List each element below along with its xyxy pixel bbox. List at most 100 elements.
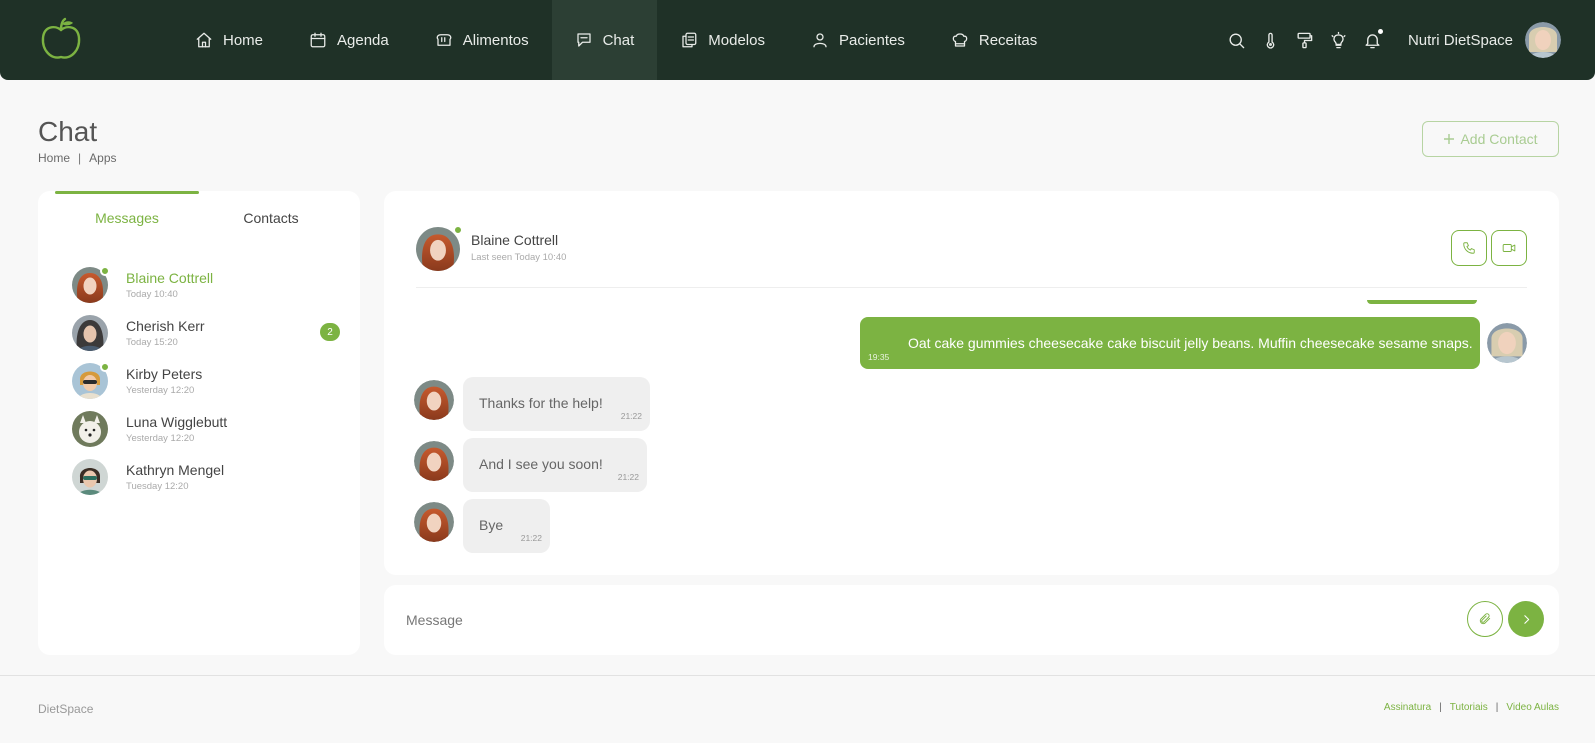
contact-name: Blaine Cottrell [126,270,214,286]
contact-item-kirby-peters[interactable]: Kirby Peters Yesterday 12:20 [72,357,332,405]
paperclip-icon [1479,613,1491,625]
incoming-message: And I see you soon! 21:22 [463,438,647,492]
contact-name: Kirby Peters [126,366,203,382]
user-icon [813,33,827,48]
nav-alimentos-label: Alimentos [462,31,529,49]
contact-item-blaine-cottrell[interactable]: Blaine Cottrell Today 10:40 [72,261,332,309]
message-time: 21:22 [620,411,642,421]
page-title: Chat [38,116,98,147]
apple-logo-icon[interactable] [38,17,84,63]
search-button[interactable] [1220,23,1254,57]
ideas-button[interactable] [1322,23,1356,57]
nav-home-label: Home [223,31,264,49]
avatar-image [416,227,460,271]
message-time: 21:22 [520,533,542,543]
customizer-button[interactable] [1288,23,1322,57]
chef-hat-icon [952,33,968,47]
online-indicator [100,266,110,276]
incoming-message: Bye 21:22 [463,499,550,553]
nav-actions: Nutri DietSpace [1220,0,1561,80]
nav-alimentos[interactable]: Alimentos [412,0,552,80]
copy-icon [682,32,697,48]
contact-avatar [72,411,108,447]
my-avatar [1487,323,1527,363]
online-indicator [453,225,463,235]
footer-links: Assinatura | Tutoriais | Video Aulas [1384,702,1559,713]
user-avatar[interactable] [1525,22,1561,58]
footer-link-tutoriais[interactable]: Tutoriais [1450,702,1488,713]
message-text: Bye [479,517,504,533]
footer-separator: | [1495,702,1499,713]
chevron-right-icon [1523,614,1529,624]
bread-icon [436,34,452,46]
nav-chat[interactable]: Chat [551,0,658,80]
message-time: 21:22 [617,472,639,482]
footer-link-assinatura[interactable]: Assinatura [1384,702,1431,713]
chat-tabs: Messages Contacts [55,191,343,241]
video-call-button[interactable] [1491,230,1527,266]
avatar-image [72,315,108,351]
contact-message-avatar [414,502,454,542]
contact-time: Today 10:40 [126,289,178,300]
message-text: Thanks for the help! [479,395,603,411]
attach-button[interactable] [1467,601,1503,637]
user-name[interactable]: Nutri DietSpace [1408,32,1513,49]
contact-avatar [72,266,110,303]
contact-time: Yesterday 12:20 [126,385,195,396]
message-composer [384,585,1559,655]
message-input[interactable] [406,605,1306,635]
contact-time: Tuesday 12:20 [126,481,189,492]
footer-divider [0,675,1595,676]
unread-badge: 2 [320,323,340,341]
breadcrumb-home[interactable]: Home [38,151,70,165]
message-text: Oat cake gummies cheesecake cake biscuit… [908,335,1473,351]
chat-contact-avatar[interactable] [416,225,463,271]
notifications-button[interactable] [1356,23,1390,57]
footer-brand: DietSpace [38,702,94,716]
contact-item-kathryn-mengel[interactable]: Kathryn Mengel Tuesday 12:20 [72,453,332,501]
footer-separator: | [1439,702,1442,713]
online-indicator [100,362,110,372]
contact-message-avatar [414,380,454,420]
nav-modelos-label: Modelos [708,31,765,49]
theme-toggle-button[interactable] [1254,23,1288,57]
notification-dot [1377,29,1383,34]
nav-home[interactable]: Home [172,0,286,80]
contact-item-luna-wigglebutt[interactable]: Luna Wigglebutt Yesterday 12:20 [72,405,332,453]
previous-message-edge [1367,300,1477,304]
plus-icon [1444,134,1455,144]
search-icon [1229,32,1245,48]
nav-modelos[interactable]: Modelos [657,0,788,80]
contact-list: Blaine Cottrell Today 10:40 Cherish Kerr… [72,261,340,501]
message-time: 19:35 [868,352,890,362]
breadcrumb-separator: | [78,151,82,165]
incoming-message: Thanks for the help! 21:22 [463,377,650,431]
nav-pacientes-label: Pacientes [838,31,905,49]
contact-item-cherish-kerr[interactable]: Cherish Kerr Today 15:20 2 [72,309,340,357]
send-button[interactable] [1508,601,1544,637]
calendar-icon [310,32,326,48]
tab-contacts[interactable]: Contacts [199,191,343,241]
top-navbar: Home Agenda Alimentos Chat Modelos Pacie… [0,0,1595,80]
contact-time: Today 15:20 [126,337,178,348]
contact-time: Yesterday 12:20 [126,433,195,444]
contact-name: Luna Wigglebutt [126,414,228,430]
lightbulb-icon [1331,31,1346,48]
main-nav: Home Agenda Alimentos Chat Modelos Pacie… [172,0,1060,80]
contact-avatar [72,315,108,351]
nav-pacientes[interactable]: Pacientes [788,0,928,80]
avatar-image [72,459,108,495]
voice-call-button[interactable] [1451,230,1487,266]
chat-window: Blaine Cottrell Last seen Today 10:40 19… [384,191,1559,575]
nav-receitas[interactable]: Receitas [928,0,1060,80]
add-contact-button[interactable]: Add Contact [1422,121,1559,157]
breadcrumb-apps[interactable]: Apps [89,151,116,165]
contact-avatar [72,459,108,495]
nav-agenda-label: Agenda [337,31,389,49]
contact-name: Kathryn Mengel [126,462,225,478]
tab-messages[interactable]: Messages [55,191,199,241]
nav-agenda[interactable]: Agenda [286,0,412,80]
footer-link-video-aulas[interactable]: Video Aulas [1506,702,1559,713]
message-text: And I see you soon! [479,456,603,472]
phone-icon [1463,242,1475,254]
